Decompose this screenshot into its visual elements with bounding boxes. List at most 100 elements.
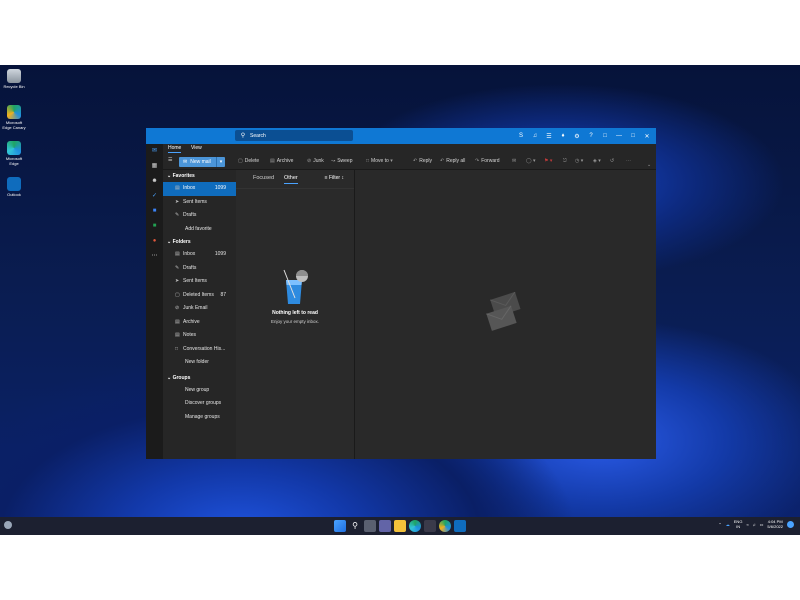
new-folder-link[interactable]: New folder [163, 356, 236, 370]
favorites-header[interactable]: ⌄ Favorites [163, 170, 236, 182]
favorite-inbox[interactable]: ▤ Inbox 1099 [163, 182, 236, 196]
folder-archive[interactable]: ▤ Archive [163, 316, 236, 330]
powerpoint-icon[interactable]: ● [146, 234, 163, 249]
edge-icon[interactable] [409, 520, 421, 532]
outlook-desktop-icon [7, 177, 21, 191]
flag-icon[interactable]: ⚑ ▾ [544, 158, 554, 164]
folder-inbox[interactable]: ▤ Inbox 1099 [163, 248, 236, 262]
language-indicator[interactable]: ENG IN [734, 519, 743, 529]
tab-view[interactable]: View [191, 145, 202, 151]
delete-label: Delete [244, 158, 260, 164]
inbox-tabs: Focused Other ≡ Filter ↕ [236, 170, 354, 189]
new-group-link[interactable]: New group [163, 384, 236, 398]
clock[interactable]: 4:04 PM 5/6/2022 [767, 519, 783, 529]
excel-icon[interactable]: ■ [146, 219, 163, 234]
folder-label: Junk Email [183, 305, 208, 311]
folder-conversation-history[interactable]: □ Conversation His... [163, 343, 236, 357]
read-unread-icon[interactable]: ✉ [512, 158, 518, 164]
tab-focused[interactable]: Focused [253, 175, 274, 181]
categorize-icon[interactable]: ◯ ▾ [526, 158, 538, 164]
minimize-icon[interactable]: — [612, 133, 626, 139]
discover-groups-link[interactable]: Discover groups [163, 397, 236, 411]
network-cloud-icon[interactable]: ☁ [726, 522, 730, 527]
forward-button[interactable]: ↷ Forward [475, 158, 500, 164]
edge-canary-shortcut[interactable]: Microsoft Edge Canary [2, 105, 26, 139]
sweep-button[interactable]: ↝ Sweep [331, 158, 353, 164]
folder-drafts[interactable]: ✎ Drafts [163, 262, 236, 276]
delete-button[interactable]: ▢ Delete [238, 158, 259, 164]
word-icon[interactable]: ■ [146, 204, 163, 219]
filter-button[interactable]: ≡ Filter ↕ [325, 175, 344, 181]
tag-icon[interactable]: ◈ ▾ [593, 158, 603, 164]
undo-icon[interactable]: ↺ [610, 158, 616, 164]
wifi-icon[interactable]: ≈ [746, 522, 748, 527]
message-list: Focused Other ≡ Filter ↕ Nothing left to… [236, 170, 355, 459]
gear-icon[interactable]: ⚙ [570, 133, 584, 140]
more-options-icon[interactable]: ⋯ [626, 158, 633, 164]
outlook-shortcut[interactable]: Outlook [2, 177, 26, 211]
tab-home[interactable]: Home [168, 145, 182, 153]
junk-icon: ⊘ [175, 305, 180, 311]
reply-all-label: Reply all [446, 158, 466, 164]
calendar-icon[interactable]: ▦ [146, 159, 163, 174]
pin-icon[interactable]: ⎋ [563, 158, 569, 164]
tab-other[interactable]: Other [284, 175, 298, 184]
favorite-sent-items[interactable]: ➤ Sent Items [163, 196, 236, 210]
reply-all-button[interactable]: ↶ Reply all [440, 158, 465, 164]
snooze-icon[interactable]: ◷ ▾ [575, 158, 585, 164]
edge-canary-icon[interactable] [439, 520, 451, 532]
chevron-down-icon[interactable]: ▾ [216, 157, 225, 167]
store-icon[interactable] [424, 520, 436, 532]
more-apps-icon[interactable]: ⋯ [146, 249, 163, 264]
notification-icon[interactable] [787, 520, 794, 528]
new-mail-button[interactable]: ✉ New mail ▾ [179, 157, 225, 167]
collapse-ribbon-icon[interactable]: ⌄ [647, 162, 653, 168]
help-icon[interactable]: ? [584, 133, 598, 139]
folder-deleted-items[interactable]: ▢ Deleted Items 87 [163, 289, 236, 303]
folder-sent-items[interactable]: ➤ Sent Items [163, 275, 236, 289]
reply-button[interactable]: ↶ Reply [413, 158, 432, 164]
taskbar: ⚲ ⌃ ☁ ENG IN ≈ ♫ ▭ 4:04 PM 5/6/2022 [0, 517, 800, 535]
teams-chat-icon[interactable] [379, 520, 391, 532]
task-view-icon[interactable] [364, 520, 376, 532]
junk-button[interactable]: ⊘ Junk [307, 158, 324, 164]
battery-icon[interactable]: ▭ [760, 522, 764, 527]
close-icon[interactable]: ✕ [640, 133, 654, 140]
region-label: IN [736, 524, 741, 529]
start-icon[interactable] [334, 520, 346, 532]
megaphone-icon[interactable]: ♫ [528, 133, 542, 139]
people-icon[interactable]: ☻ [146, 174, 163, 189]
folder-move-icon: □ [366, 158, 370, 164]
edge-shortcut[interactable]: Microsoft Edge [2, 141, 26, 175]
recycle-bin-shortcut[interactable]: Recycle Bin [2, 69, 26, 103]
desktop-icon-label: Outlook [7, 192, 21, 197]
skype-icon[interactable]: S [514, 133, 528, 139]
weather-icon[interactable] [4, 521, 12, 529]
folder-junk-email[interactable]: ⊘ Junk Email [163, 302, 236, 316]
mail-icon[interactable]: ✉ [146, 144, 163, 159]
folders-header[interactable]: ⌄ Folders [163, 236, 236, 248]
archive-button[interactable]: ▤ Archive [270, 158, 293, 164]
pencil-icon: ✎ [175, 264, 180, 271]
file-explorer-icon[interactable] [394, 520, 406, 532]
folder-notes[interactable]: ▤ Notes [163, 329, 236, 343]
manage-groups-link[interactable]: Manage groups [163, 411, 236, 425]
hamburger-menu-icon[interactable]: ☰ [168, 157, 172, 163]
todo-icon[interactable]: ✓ [146, 189, 163, 204]
chevron-up-icon[interactable]: ⌃ [718, 522, 721, 527]
search-icon[interactable]: ⚲ [349, 520, 361, 532]
trash-icon: ▢ [238, 158, 243, 164]
search-input[interactable]: ⚲ Search [235, 130, 353, 141]
move-to-button[interactable]: □ Move to ▾ [366, 158, 395, 164]
outlook-taskbar-icon[interactable] [454, 520, 466, 532]
empty-state-subtitle: Enjoy your empty inbox. [270, 319, 320, 324]
volume-icon[interactable]: ♫ [753, 522, 756, 527]
bell-icon[interactable]: ♦ [556, 133, 570, 139]
favorite-drafts[interactable]: ✎ Drafts [163, 209, 236, 223]
gift-icon[interactable]: □ [598, 133, 612, 139]
groups-header[interactable]: ⌄ Groups [163, 372, 236, 384]
reply-all-icon: ↶ [440, 158, 445, 164]
add-favorite-link[interactable]: Add favorite [163, 223, 236, 237]
restore-icon[interactable]: □ [626, 133, 640, 139]
teams-icon[interactable]: ☰ [542, 133, 556, 140]
